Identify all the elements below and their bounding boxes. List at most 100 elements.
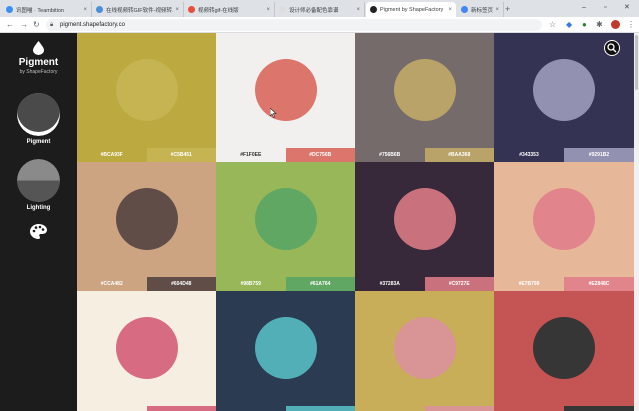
color-circle[interactable] [115, 188, 178, 250]
hex-code-bar: #343353 #9291B2 [494, 148, 634, 162]
back-icon[interactable]: ← [6, 19, 14, 30]
hex-code-bar: #BCA93F #C5B451 [77, 148, 216, 162]
minimize-icon[interactable]: – [582, 2, 586, 14]
browser-tab-active[interactable]: Pigment by ShapeFactory × [366, 2, 456, 17]
palette-card[interactable]: #37283A #C9727E [355, 162, 494, 291]
tab-close-icon[interactable]: × [356, 7, 360, 13]
url-text: pigment.shapefactory.co [60, 22, 125, 28]
background-hex-code[interactable] [77, 406, 147, 411]
circle-hex-code[interactable]: #604D48 [146, 277, 216, 291]
color-circle[interactable] [533, 59, 595, 121]
extension-icon[interactable]: ◆ [566, 20, 572, 30]
palette-card[interactable]: #98B759 #61A764 [216, 162, 355, 291]
circle-hex-code[interactable]: #BAA368 [424, 148, 494, 162]
circle-hex-code[interactable]: #E2848C [564, 277, 634, 291]
circle-hex-code[interactable]: #61A764 [285, 277, 355, 291]
address-toolbar: ← → ↻ 🔒︎ pigment.shapefactory.co ☆ ◆ ● ✱… [0, 17, 639, 33]
palette-card[interactable]: #E7B799 #E2848C [494, 162, 634, 291]
background-hex-code[interactable] [355, 406, 425, 411]
circle-hex-code[interactable] [146, 406, 216, 411]
pigment-mode-button[interactable] [17, 93, 60, 136]
circle-hex-code[interactable]: #C5B451 [146, 148, 216, 162]
color-circle[interactable] [533, 188, 595, 250]
browser-tab[interactable]: 在线视频转GIF软件-视频转… × [92, 2, 184, 17]
bookmark-star-icon[interactable]: ☆ [549, 20, 556, 30]
tab-favicon [370, 6, 377, 13]
palette-card[interactable]: #756B6B #BAA368 [355, 33, 494, 162]
background-hex-code[interactable]: #E7B799 [494, 277, 564, 291]
forward-icon[interactable]: → [20, 19, 28, 30]
color-circle[interactable] [115, 317, 178, 379]
background-hex-code[interactable]: #CCA482 [77, 277, 147, 291]
page-scrollbar[interactable] [634, 33, 639, 411]
window-close-icon[interactable]: ✕ [624, 2, 630, 14]
pigment-drop-logo-icon [33, 41, 44, 55]
lighting-mode-label: Lighting [26, 205, 51, 211]
maximize-icon[interactable]: ▫ [604, 2, 606, 14]
hex-code-bar: #E7B799 #E2848C [494, 277, 634, 291]
background-hex-code[interactable]: #98B759 [216, 277, 286, 291]
background-hex-code[interactable]: #343353 [494, 148, 564, 162]
background-hex-code[interactable] [216, 406, 286, 411]
hex-code-bar: #98B759 #61A764 [216, 277, 355, 291]
search-button[interactable] [604, 40, 620, 56]
palette-card[interactable]: #CCA482 #604D48 [77, 162, 216, 291]
hex-code-bar [355, 406, 494, 411]
extensions-puzzle-icon[interactable]: ✱ [596, 20, 603, 30]
browser-menu-icon[interactable]: ⋮ [627, 20, 635, 30]
palette-card[interactable]: #F1F0EE #DC756B [216, 33, 355, 162]
hex-code-bar: #756B6B #BAA368 [355, 148, 494, 162]
background-hex-code[interactable]: #756B6B [355, 148, 425, 162]
color-circle[interactable] [393, 59, 456, 121]
tab-close-icon[interactable]: × [448, 7, 452, 13]
background-hex-code[interactable]: #F1F0EE [216, 148, 286, 162]
new-tab-icon[interactable]: + [505, 3, 510, 15]
lighting-mode-button[interactable] [17, 159, 60, 202]
circle-hex-code[interactable] [285, 406, 355, 411]
reload-icon[interactable]: ↻ [33, 19, 40, 30]
color-circle[interactable] [254, 317, 317, 379]
background-hex-code[interactable]: #37283A [355, 277, 425, 291]
tab-close-icon[interactable]: × [495, 7, 499, 13]
browser-tab[interactable]: 讯图喵 · Teambition × [2, 2, 92, 17]
color-circle[interactable] [254, 59, 317, 121]
scrollbar-thumb[interactable] [635, 35, 638, 90]
profile-avatar[interactable] [611, 20, 620, 29]
hex-code-bar: #37283A #C9727E [355, 277, 494, 291]
color-circle[interactable] [393, 317, 456, 379]
tab-title: 设计师必备配色靠谱 [289, 7, 339, 14]
hex-code-bar [494, 406, 634, 411]
palette-card[interactable]: #BCA93F #C5B451 [77, 33, 216, 162]
color-circle[interactable] [393, 188, 456, 250]
background-hex-code[interactable] [494, 406, 564, 411]
tab-title: 在线视频转GIF软件-视频转… [106, 7, 174, 14]
color-circle[interactable] [533, 317, 595, 379]
search-icon [607, 43, 617, 53]
color-circle[interactable] [115, 59, 178, 121]
hex-code-bar [216, 406, 355, 411]
url-field[interactable]: 🔒︎ pigment.shapefactory.co [46, 19, 542, 31]
background-hex-code[interactable]: #BCA93F [77, 148, 147, 162]
browser-tab[interactable]: 视频转gif-在线版 × [184, 2, 275, 17]
pigment-mode-icon [17, 93, 60, 136]
circle-hex-code[interactable] [424, 406, 494, 411]
palette-card[interactable] [494, 291, 634, 411]
tab-favicon [461, 6, 468, 13]
palette-card[interactable] [77, 291, 216, 411]
color-circle[interactable] [254, 188, 317, 250]
circle-hex-code[interactable]: #DC756B [285, 148, 355, 162]
browser-tab[interactable]: 设计师必备配色靠谱 × [275, 2, 365, 17]
tab-close-icon[interactable]: × [266, 7, 270, 13]
palette-icon[interactable] [30, 224, 47, 239]
palette-card[interactable] [355, 291, 494, 411]
tab-close-icon[interactable]: × [83, 7, 87, 13]
circle-hex-code[interactable] [564, 406, 634, 411]
palette-card[interactable] [216, 291, 355, 411]
extension-icon[interactable]: ● [582, 20, 587, 30]
browser-tab[interactable]: 新标签页 × [457, 2, 504, 17]
pigment-mode-label: Pigment [26, 139, 51, 145]
circle-hex-code[interactable]: #9291B2 [564, 148, 634, 162]
tab-close-icon[interactable]: × [175, 7, 179, 13]
circle-hex-code[interactable]: #C9727E [424, 277, 494, 291]
palette-grid: #BCA93F #C5B451 #F1F0EE #DC756B #756B6B #BAA3… [77, 33, 634, 411]
